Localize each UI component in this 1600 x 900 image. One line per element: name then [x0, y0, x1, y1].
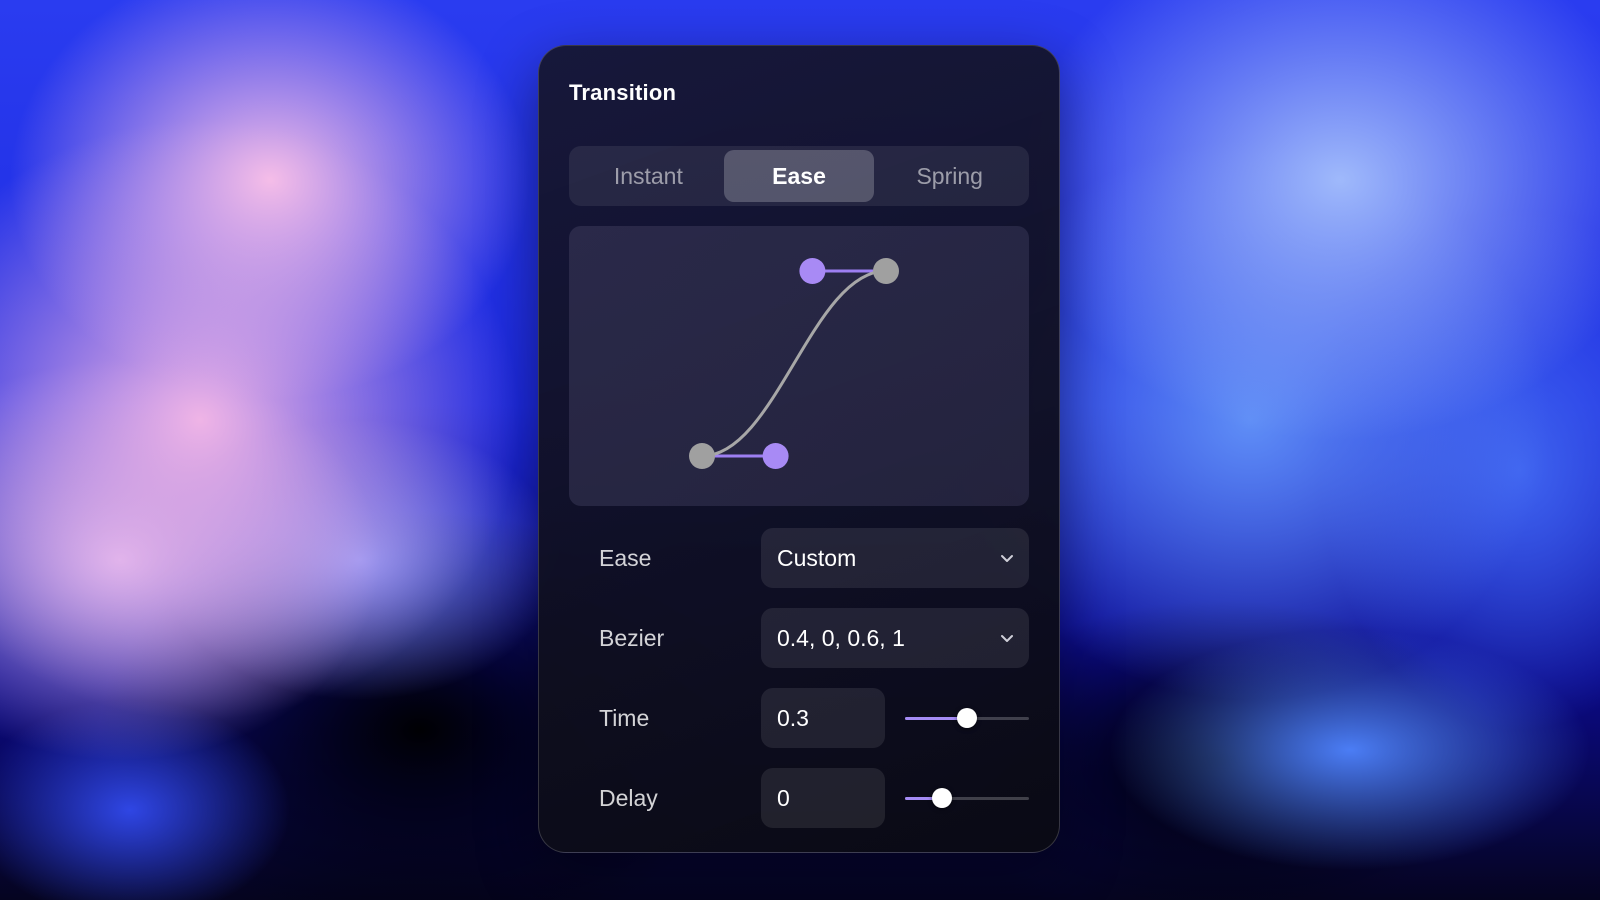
panel-title: Transition [569, 80, 677, 105]
bezier-select[interactable]: 0.4, 0, 0.6, 1 [761, 608, 1029, 668]
transition-type-tabs: Instant Ease Spring [569, 146, 1029, 206]
bezier-label: Bezier [599, 625, 665, 651]
time-slider[interactable] [905, 708, 1029, 728]
ease-row: Ease Custom [569, 528, 1029, 588]
bezier-select-value: 0.4, 0, 0.6, 1 [777, 625, 905, 651]
start-anchor-point [689, 443, 715, 469]
delay-input[interactable]: 0 [761, 768, 885, 828]
delay-slider-thumb[interactable] [932, 788, 953, 808]
easing-curve [701, 269, 887, 458]
time-row: Time 0.3 [569, 688, 1029, 748]
time-slider-thumb[interactable] [957, 708, 977, 728]
ease-label: Ease [599, 545, 652, 571]
delay-slider[interactable] [905, 788, 1029, 808]
delay-label: Delay [599, 785, 658, 811]
delay-row: Delay 0 [569, 768, 1029, 828]
bezier-curve-graph [689, 258, 899, 469]
chevron-down-icon [1001, 635, 1013, 642]
time-input[interactable]: 0.3 [761, 688, 885, 748]
control-point-2-handle[interactable] [799, 258, 826, 284]
chevron-down-icon [1001, 555, 1013, 562]
end-anchor-point [873, 258, 899, 284]
bezier-curve-editor [569, 226, 1029, 506]
ease-select[interactable]: Custom [761, 528, 1029, 588]
transition-panel: Transition Instant Ease Spring Ease Cust… [538, 45, 1060, 853]
tab-spring[interactable]: Spring [874, 150, 1025, 202]
control-point-1-handle[interactable] [762, 443, 789, 469]
tab-instant[interactable]: Instant [573, 150, 724, 202]
time-label: Time [599, 705, 650, 731]
bezier-row: Bezier 0.4, 0, 0.6, 1 [569, 608, 1029, 668]
ease-select-value: Custom [777, 545, 857, 571]
tab-ease[interactable]: Ease [723, 150, 875, 202]
